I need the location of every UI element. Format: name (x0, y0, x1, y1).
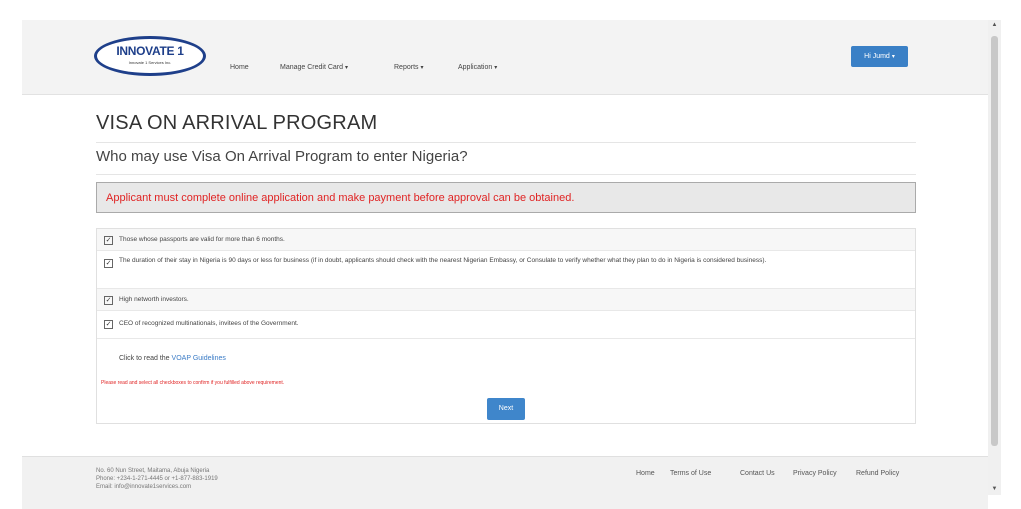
footer-link-privacy[interactable]: Privacy Policy (793, 470, 837, 477)
checkbox-checked-icon[interactable]: ✓ (104, 296, 113, 305)
scroll-down-arrow-icon[interactable]: ▼ (988, 486, 1001, 492)
nav-home[interactable]: Home (230, 64, 249, 71)
criteria-row: ✓ High networth investors. (97, 289, 915, 311)
requirement-alert: Applicant must complete online applicati… (96, 182, 916, 213)
brand-logo[interactable]: INNOVATE 1 Innovate 1 Services Inc. (94, 36, 206, 76)
criteria-text: High networth investors. (119, 296, 189, 303)
nav-manage-credit-card-label: Manage Credit Card (280, 64, 344, 71)
voap-guidelines-link[interactable]: VOAP Guidelines (172, 355, 226, 362)
footer-link-contact[interactable]: Contact Us (740, 470, 775, 477)
footer-link-refund[interactable]: Refund Policy (856, 470, 899, 477)
nav-reports-label: Reports (394, 64, 419, 71)
criteria-row: ✓ The duration of their stay in Nigeria … (97, 251, 915, 289)
page-subtitle: Who may use Visa On Arrival Program to e… (96, 148, 468, 165)
logo-title: INNOVATE 1 (116, 44, 184, 58)
criteria-row: ✓ Those whose passports are valid for mo… (97, 229, 915, 251)
user-menu-button[interactable]: Hi Jumd ▾ (851, 46, 908, 67)
email-line: Email: info@innovate1services.com (96, 484, 192, 490)
footer-link-terms[interactable]: Terms of Use (670, 470, 711, 477)
nav-application[interactable]: Application ▾ (458, 64, 497, 71)
alert-text: Applicant must complete online applicati… (106, 192, 575, 204)
footer-address: No. 60 Nun Street, Maitama, Abuja Nigeri… (96, 467, 218, 491)
nav-manage-credit-card[interactable]: Manage Credit Card ▾ (280, 64, 348, 71)
logo-subtitle: Innovate 1 Services Inc. (128, 60, 172, 65)
chevron-down-icon: ▾ (891, 54, 895, 60)
nav-reports[interactable]: Reports ▾ (394, 64, 424, 71)
criteria-panel: ✓ Those whose passports are valid for mo… (96, 228, 916, 424)
address-line: No. 60 Nun Street, Maitama, Abuja Nigeri… (96, 468, 210, 474)
checkbox-checked-icon[interactable]: ✓ (104, 320, 113, 329)
page: INNOVATE 1 Innovate 1 Services Inc. Home… (22, 20, 988, 509)
scroll-up-arrow-icon[interactable]: ▲ (988, 22, 1001, 28)
guidelines-line: Click to read the VOAP Guidelines (119, 355, 226, 362)
top-navbar: INNOVATE 1 Innovate 1 Services Inc. Home… (22, 20, 988, 95)
chevron-down-icon: ▾ (420, 65, 424, 71)
next-button[interactable]: Next (487, 398, 525, 420)
vertical-scrollbar[interactable]: ▲ ▼ (988, 20, 1001, 495)
checkbox-checked-icon[interactable]: ✓ (104, 259, 113, 268)
phone-line: Phone: +234-1-271-4445 or +1-877-883-191… (96, 476, 218, 482)
divider (96, 142, 916, 143)
user-menu-label: Hi Jumd (864, 53, 890, 60)
footer: No. 60 Nun Street, Maitama, Abuja Nigeri… (22, 456, 988, 509)
chevron-down-icon: ▾ (345, 65, 349, 71)
criteria-row: ✓ CEO of recognized multinationals, invi… (97, 311, 915, 339)
page-title: VISA ON ARRIVAL PROGRAM (96, 112, 378, 134)
checkbox-warning: Please read and select all checkboxes to… (101, 380, 285, 386)
guidelines-prefix: Click to read the (119, 355, 170, 362)
criteria-text: Those whose passports are valid for more… (119, 236, 285, 243)
footer-link-home[interactable]: Home (636, 470, 655, 477)
chevron-down-icon: ▾ (494, 65, 498, 71)
divider (96, 174, 916, 175)
checkbox-checked-icon[interactable]: ✓ (104, 236, 113, 245)
criteria-text: The duration of their stay in Nigeria is… (119, 257, 767, 264)
scrollbar-thumb[interactable] (991, 36, 998, 446)
nav-application-label: Application (458, 64, 493, 71)
criteria-text: CEO of recognized multinationals, invite… (119, 320, 299, 327)
nav-home-label: Home (230, 64, 249, 71)
